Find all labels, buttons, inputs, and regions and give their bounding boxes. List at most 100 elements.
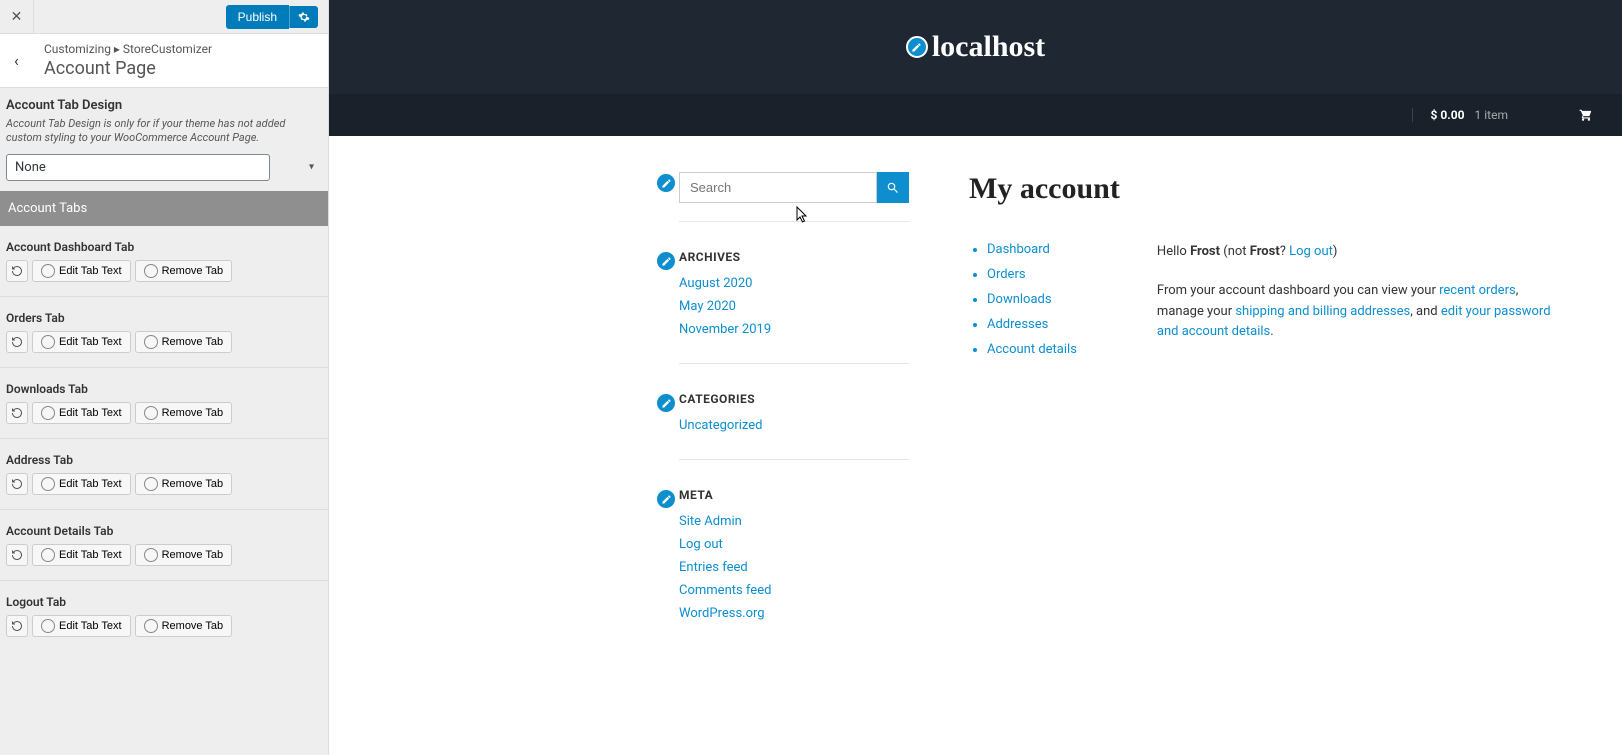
breadcrumb-title: Account Page <box>44 58 212 79</box>
widget-link[interactable]: August 2020 <box>679 276 752 291</box>
tab-group: Orders Tab Edit Tab Text Remove Tab <box>0 297 328 368</box>
radio-icon <box>144 619 158 633</box>
section-title: Account Tab Design <box>6 98 322 113</box>
section-desc: Account Tab Design is only for if your t… <box>6 117 322 146</box>
gear-icon <box>298 11 310 23</box>
tab-group: Account Dashboard Tab Edit Tab Text Remo… <box>0 226 328 297</box>
header-subbar: $ 0.00 1 item <box>329 94 1622 136</box>
tab-group: Address Tab Edit Tab Text Remove Tab <box>0 439 328 510</box>
reset-icon <box>11 336 23 348</box>
customizer-sidebar: ✕ Publish ‹ Customizing ▸ StoreCustomize… <box>0 0 329 755</box>
account-tabs-header: Account Tabs <box>0 191 328 226</box>
tab-group-title: Account Dashboard Tab <box>6 240 322 254</box>
radio-icon <box>41 619 55 633</box>
widget-link[interactable]: May 2020 <box>679 299 736 314</box>
widget-title: ARCHIVES <box>679 250 741 264</box>
radio-icon <box>41 264 55 278</box>
remove-tab-button[interactable]: Remove Tab <box>135 473 233 495</box>
account-nav-item: Account details <box>987 342 1077 357</box>
search-input[interactable] <box>679 172 877 203</box>
tab-design-select[interactable]: None <box>6 154 270 181</box>
edit-shortcut-icon[interactable] <box>655 488 677 510</box>
tab-group-title: Address Tab <box>6 453 322 467</box>
radio-icon <box>144 335 158 349</box>
recent-orders-link[interactable]: recent orders <box>1439 283 1516 298</box>
reset-button[interactable] <box>6 331 28 353</box>
reset-icon <box>11 265 23 277</box>
tab-group-title: Downloads Tab <box>6 382 322 396</box>
edit-shortcut-icon[interactable] <box>655 250 677 272</box>
reset-icon <box>11 478 23 490</box>
widget-title: CATEGORIES <box>679 392 755 406</box>
account-nav-link[interactable]: Addresses <box>987 317 1048 332</box>
widget-link[interactable]: Entries feed <box>679 560 748 575</box>
account-nav-item: Dashboard <box>987 242 1077 257</box>
list-item: May 2020 <box>679 299 909 314</box>
account-nav-link[interactable]: Downloads <box>987 292 1052 307</box>
remove-tab-button[interactable]: Remove Tab <box>135 260 233 282</box>
preview-pane: localhost $ 0.00 1 item <box>329 0 1622 755</box>
remove-tab-button[interactable]: Remove Tab <box>135 615 233 637</box>
widget-title: META <box>679 488 713 502</box>
edit-tab-text-button[interactable]: Edit Tab Text <box>32 615 131 637</box>
radio-icon <box>144 264 158 278</box>
account-nav-link[interactable]: Account details <box>987 342 1077 357</box>
widget-link[interactable]: WordPress.org <box>679 606 765 621</box>
account-nav-item: Orders <box>987 267 1077 282</box>
tab-design-section: Account Tab Design Account Tab Design is… <box>0 88 328 191</box>
widget-link[interactable]: Site Admin <box>679 514 742 529</box>
edit-tab-text-button[interactable]: Edit Tab Text <box>32 544 131 566</box>
cart-items: 1 item <box>1475 108 1508 122</box>
logout-link[interactable]: Log out <box>1289 244 1333 259</box>
tab-group-title: Logout Tab <box>6 595 322 609</box>
widget-link[interactable]: November 2019 <box>679 322 771 337</box>
widget-link[interactable]: Uncategorized <box>679 418 762 433</box>
publish-settings-button[interactable] <box>289 6 318 28</box>
archives-widget: ARCHIVES August 2020 May 2020 November 201… <box>679 250 909 364</box>
remove-tab-button[interactable]: Remove Tab <box>135 331 233 353</box>
site-title-text: localhost <box>932 30 1045 64</box>
breadcrumb-path: Customizing ▸ StoreCustomizer <box>44 42 212 56</box>
account-nav-link[interactable]: Orders <box>987 267 1026 282</box>
breadcrumb: ‹ Customizing ▸ StoreCustomizer Account … <box>0 34 328 88</box>
preview-body: ARCHIVES August 2020 May 2020 November 201… <box>329 136 1622 755</box>
tab-group-title: Orders Tab <box>6 311 322 325</box>
list-item: Entries feed <box>679 560 909 575</box>
list-item: Uncategorized <box>679 418 909 433</box>
reset-button[interactable] <box>6 402 28 424</box>
search-button[interactable] <box>877 172 909 203</box>
account-nav-link[interactable]: Dashboard <box>987 242 1050 257</box>
reset-button[interactable] <box>6 473 28 495</box>
widget-link[interactable]: Comments feed <box>679 583 771 598</box>
widget-link[interactable]: Log out <box>679 537 723 552</box>
edit-tab-text-button[interactable]: Edit Tab Text <box>32 331 131 353</box>
edit-tab-text-button[interactable]: Edit Tab Text <box>32 260 131 282</box>
tab-group: Account Details Tab Edit Tab Text Remove… <box>0 510 328 581</box>
addresses-link[interactable]: shipping and billing addresses <box>1235 304 1410 319</box>
remove-tab-button[interactable]: Remove Tab <box>135 402 233 424</box>
reset-button[interactable] <box>6 615 28 637</box>
edit-tab-text-button[interactable]: Edit Tab Text <box>32 473 131 495</box>
cart-icon[interactable] <box>1578 108 1594 122</box>
publish-button[interactable]: Publish <box>226 5 289 29</box>
account-nav-item: Addresses <box>987 317 1077 332</box>
edit-tab-text-button[interactable]: Edit Tab Text <box>32 402 131 424</box>
edit-shortcut-icon[interactable] <box>906 36 928 58</box>
back-button[interactable]: ‹ <box>14 51 34 70</box>
remove-tab-button[interactable]: Remove Tab <box>135 544 233 566</box>
tab-group: Downloads Tab Edit Tab Text Remove Tab <box>0 368 328 439</box>
widget-sidebar: ARCHIVES August 2020 May 2020 November 201… <box>679 172 909 719</box>
radio-icon <box>41 548 55 562</box>
cart-info[interactable]: $ 0.00 1 item <box>1412 108 1594 122</box>
radio-icon <box>144 477 158 491</box>
close-button[interactable]: ✕ <box>0 0 34 34</box>
radio-icon <box>41 477 55 491</box>
search-widget <box>679 172 909 222</box>
edit-shortcut-icon[interactable] <box>655 172 677 194</box>
reset-button[interactable] <box>6 260 28 282</box>
radio-icon <box>144 406 158 420</box>
edit-shortcut-icon[interactable] <box>655 392 677 414</box>
reset-icon <box>11 549 23 561</box>
reset-button[interactable] <box>6 544 28 566</box>
chevron-down-icon: ▾ <box>309 162 314 173</box>
